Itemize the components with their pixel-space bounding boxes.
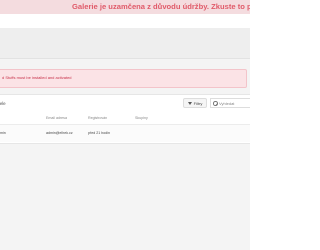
error-alert: d Stuffs must be installed and activated xyxy=(0,69,247,88)
error-alert-text: d Stuffs must be installed and activated xyxy=(2,75,72,80)
filter-button[interactable]: Filtry xyxy=(183,98,207,108)
column-header-registered[interactable]: Registrován xyxy=(88,116,107,120)
cell-user[interactable]: min xyxy=(0,131,6,135)
search-input[interactable] xyxy=(219,99,249,107)
search-box[interactable] xyxy=(210,98,250,108)
column-header-email[interactable]: Email adresa xyxy=(46,116,67,120)
search-icon xyxy=(213,101,218,106)
table-row[interactable] xyxy=(0,125,250,142)
page-header xyxy=(0,28,250,59)
funnel-icon xyxy=(187,101,192,105)
top-spacer xyxy=(0,14,250,28)
filter-button-label: Filtry xyxy=(193,100,203,106)
panel-title: ele xyxy=(0,101,6,106)
cell-registered: před 21 hodin xyxy=(88,131,110,135)
column-header-groups[interactable]: Skupiny xyxy=(135,116,148,120)
maintenance-banner-text: Galerie je uzamčena z důvodu údržby. Zku… xyxy=(72,2,250,11)
maintenance-banner: Galerie je uzamčena z důvodu údržby. Zku… xyxy=(0,0,250,14)
users-panel: ele Filtry Email adresa Registrován Skup… xyxy=(0,94,250,144)
cell-email: admin@elhek.cz xyxy=(46,131,73,135)
